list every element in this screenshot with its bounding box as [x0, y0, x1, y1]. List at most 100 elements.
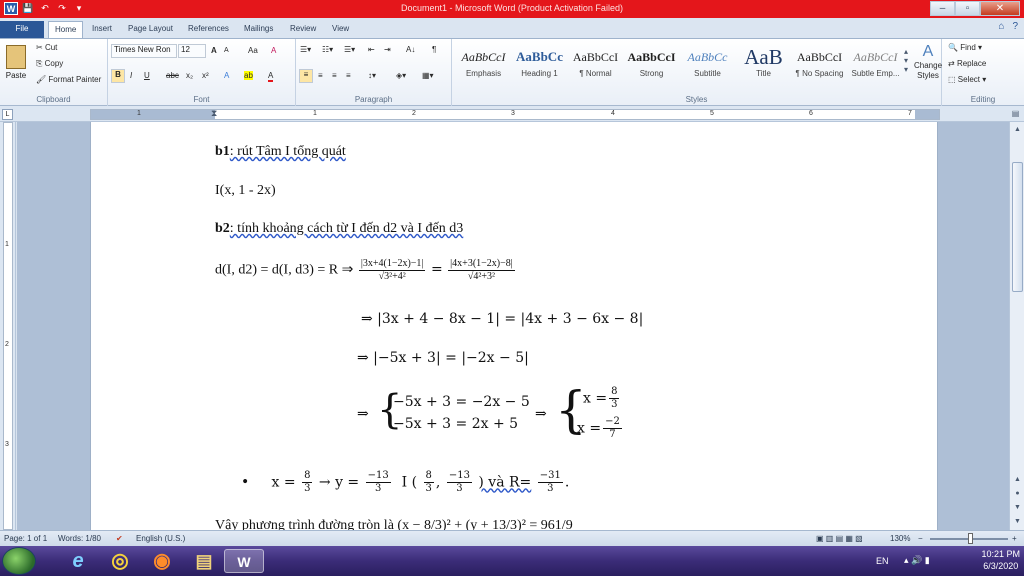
style-normal[interactable]: AaBbCcI ¶ Normal	[568, 45, 623, 85]
underline-button[interactable]: U	[144, 71, 150, 80]
doc-line-step1: b1: rút Tâm I tổng quát	[215, 144, 346, 160]
bold-button[interactable]: B	[111, 69, 125, 83]
help-icon[interactable]: ?	[1012, 21, 1018, 32]
style-heading-1[interactable]: AaBbCc Heading 1	[512, 45, 567, 85]
maximize-button[interactable]: ▫	[955, 1, 980, 16]
scroll-up-icon[interactable]: ▲	[1012, 474, 1023, 485]
select-browse-object-icon[interactable]: ●	[1012, 488, 1023, 499]
scroll-up-icon[interactable]: ▲	[1012, 124, 1023, 135]
style-name: Strong	[639, 69, 664, 78]
numbering-icon[interactable]: ☷▾	[322, 45, 333, 54]
fraction-iy: −13 3	[446, 470, 472, 495]
style-subtitle[interactable]: AaBbCc Subtitle	[680, 45, 735, 85]
tab-selector[interactable]: L	[2, 109, 13, 120]
increase-indent-icon[interactable]: ⇥	[384, 45, 391, 54]
cut-button[interactable]: ✂ Cut	[36, 43, 57, 52]
tab-file[interactable]: File	[0, 21, 44, 38]
horizontal-ruler[interactable]: 1 1 2 3 4 5 6 7 ⧗	[90, 108, 940, 120]
tab-mailings[interactable]: Mailings	[238, 21, 279, 38]
page-count[interactable]: Page: 1 of 1	[4, 534, 47, 543]
style-title[interactable]: AaB Title	[736, 45, 791, 85]
copy-button[interactable]: ⎘ Copy	[36, 59, 63, 69]
word-taskbar-icon[interactable]: W	[224, 549, 264, 573]
font-size-select[interactable]: 12	[178, 44, 206, 58]
minimize-ribbon-icon[interactable]: ⌂	[998, 21, 1004, 32]
fraction-numerator: −31	[537, 470, 563, 483]
zoom-level[interactable]: 130%	[890, 534, 910, 543]
vertical-ruler-track[interactable]: 1 2 3	[3, 122, 13, 530]
show-formatting-icon[interactable]: ¶	[432, 45, 436, 54]
align-right-icon[interactable]: ≡	[332, 71, 337, 80]
fraction-numerator: −2	[603, 416, 622, 429]
clock[interactable]: 10:21 PM 6/3/2020	[981, 548, 1020, 572]
close-button[interactable]: ✕	[980, 1, 1020, 16]
language-indicator[interactable]: English (U.S.)	[136, 534, 185, 543]
document-page[interactable]: b1: rút Tâm I tổng quát I(x, 1 - 2x) b2:…	[90, 122, 938, 530]
proofing-icon[interactable]: ✔	[116, 534, 123, 543]
strikethrough-button[interactable]: abc	[166, 71, 179, 80]
tab-references[interactable]: References	[182, 21, 235, 38]
highlight-button[interactable]: ab	[244, 71, 253, 80]
tray-icons[interactable]: ▴ 🔊 ▮	[904, 555, 930, 566]
text-effects-button[interactable]: A	[224, 71, 229, 80]
justify-icon[interactable]: ≡	[346, 71, 351, 80]
zoom-in-button[interactable]: +	[1012, 534, 1017, 543]
style-no-spacing[interactable]: AaBbCcI ¶ No Spacing	[792, 45, 847, 85]
tab-page-layout[interactable]: Page Layout	[122, 21, 179, 38]
style-emphasis[interactable]: AaBbCcI Emphasis	[456, 45, 511, 85]
shading-icon[interactable]: ◈▾	[396, 71, 406, 80]
step2-text: : tính khoảng cách từ I đến d2 và I đến …	[229, 221, 464, 236]
select-button[interactable]: ⬚ Select ▾	[948, 75, 986, 84]
bullets-icon[interactable]: ☰▾	[300, 45, 311, 54]
scrollbar-thumb[interactable]	[1012, 162, 1023, 292]
align-center-icon[interactable]: ≡	[318, 71, 323, 80]
paste-button[interactable]: Paste	[3, 43, 29, 87]
sort-icon[interactable]: A↓	[406, 45, 415, 54]
change-styles-button[interactable]: A Change Styles	[914, 43, 942, 81]
style-strong[interactable]: AaBbCcI Strong	[624, 45, 679, 85]
indent-marker-icon[interactable]: ⧗	[211, 108, 217, 119]
status-bar: Page: 1 of 1 Words: 1/80 ✔ English (U.S.…	[0, 530, 1024, 546]
view-buttons[interactable]: ▣ ▥ ▤ ▦ ▧	[816, 534, 863, 543]
internet-explorer-icon[interactable]: e	[60, 549, 96, 573]
multilevel-list-icon[interactable]: ☰▾	[344, 45, 355, 54]
scroll-down-icon[interactable]: ▼	[1012, 502, 1023, 513]
italic-button[interactable]: I	[130, 71, 132, 80]
tab-insert[interactable]: Insert	[86, 21, 118, 38]
zoom-out-button[interactable]: −	[918, 534, 923, 543]
tab-review[interactable]: Review	[284, 21, 322, 38]
font-color-button[interactable]: A	[268, 71, 274, 82]
shrink-font-button[interactable]: A	[224, 47, 229, 54]
subscript-button[interactable]: x₂	[186, 71, 193, 80]
clear-formatting-button[interactable]: A	[271, 46, 276, 55]
minimize-button[interactable]: –	[930, 1, 955, 16]
change-case-button[interactable]: Aa	[248, 46, 258, 55]
file-explorer-icon[interactable]: ▤	[186, 549, 222, 573]
system-equation-1: −5x + 3 = −2x − 5	[393, 394, 530, 410]
line-spacing-icon[interactable]: ↕▾	[368, 71, 376, 80]
grow-font-button[interactable]: A	[211, 46, 217, 55]
start-button[interactable]	[2, 547, 36, 575]
borders-icon[interactable]: ▦▾	[422, 71, 434, 80]
superscript-button[interactable]: x²	[202, 71, 209, 80]
ruler-number: 2	[5, 341, 9, 348]
format-painter-button[interactable]: 🖌 Format Painter	[36, 75, 101, 84]
align-left-icon[interactable]: ≡	[299, 69, 313, 83]
tab-home[interactable]: Home	[48, 21, 84, 38]
firefox-icon[interactable]: ◉	[144, 549, 180, 573]
input-language[interactable]: EN	[876, 556, 889, 566]
font-family-select[interactable]: Times New Ron	[111, 44, 177, 58]
find-button[interactable]: 🔍 Find ▾	[948, 43, 982, 52]
chrome-icon[interactable]: ◎	[102, 549, 138, 573]
tab-view[interactable]: View	[326, 21, 355, 38]
scroll-down-icon[interactable]: ▼	[1012, 516, 1023, 527]
word-count[interactable]: Words: 1/80	[58, 534, 101, 543]
decrease-indent-icon[interactable]: ⇤	[368, 45, 375, 54]
replace-button[interactable]: ⇄ Replace	[948, 59, 986, 68]
zoom-slider-knob[interactable]	[968, 533, 973, 544]
clipboard-group-label: Clipboard	[36, 95, 71, 104]
styles-gallery-more-icon[interactable]: ▴ ▾ ▾	[904, 47, 908, 74]
vertical-scrollbar[interactable]: ▲ ▲ ● ▼ ▼	[1009, 122, 1024, 530]
view-ruler-icon[interactable]: ▤	[1010, 109, 1021, 120]
style-subtle-emphasis[interactable]: AaBbCcI Subtle Emp...	[848, 45, 903, 85]
